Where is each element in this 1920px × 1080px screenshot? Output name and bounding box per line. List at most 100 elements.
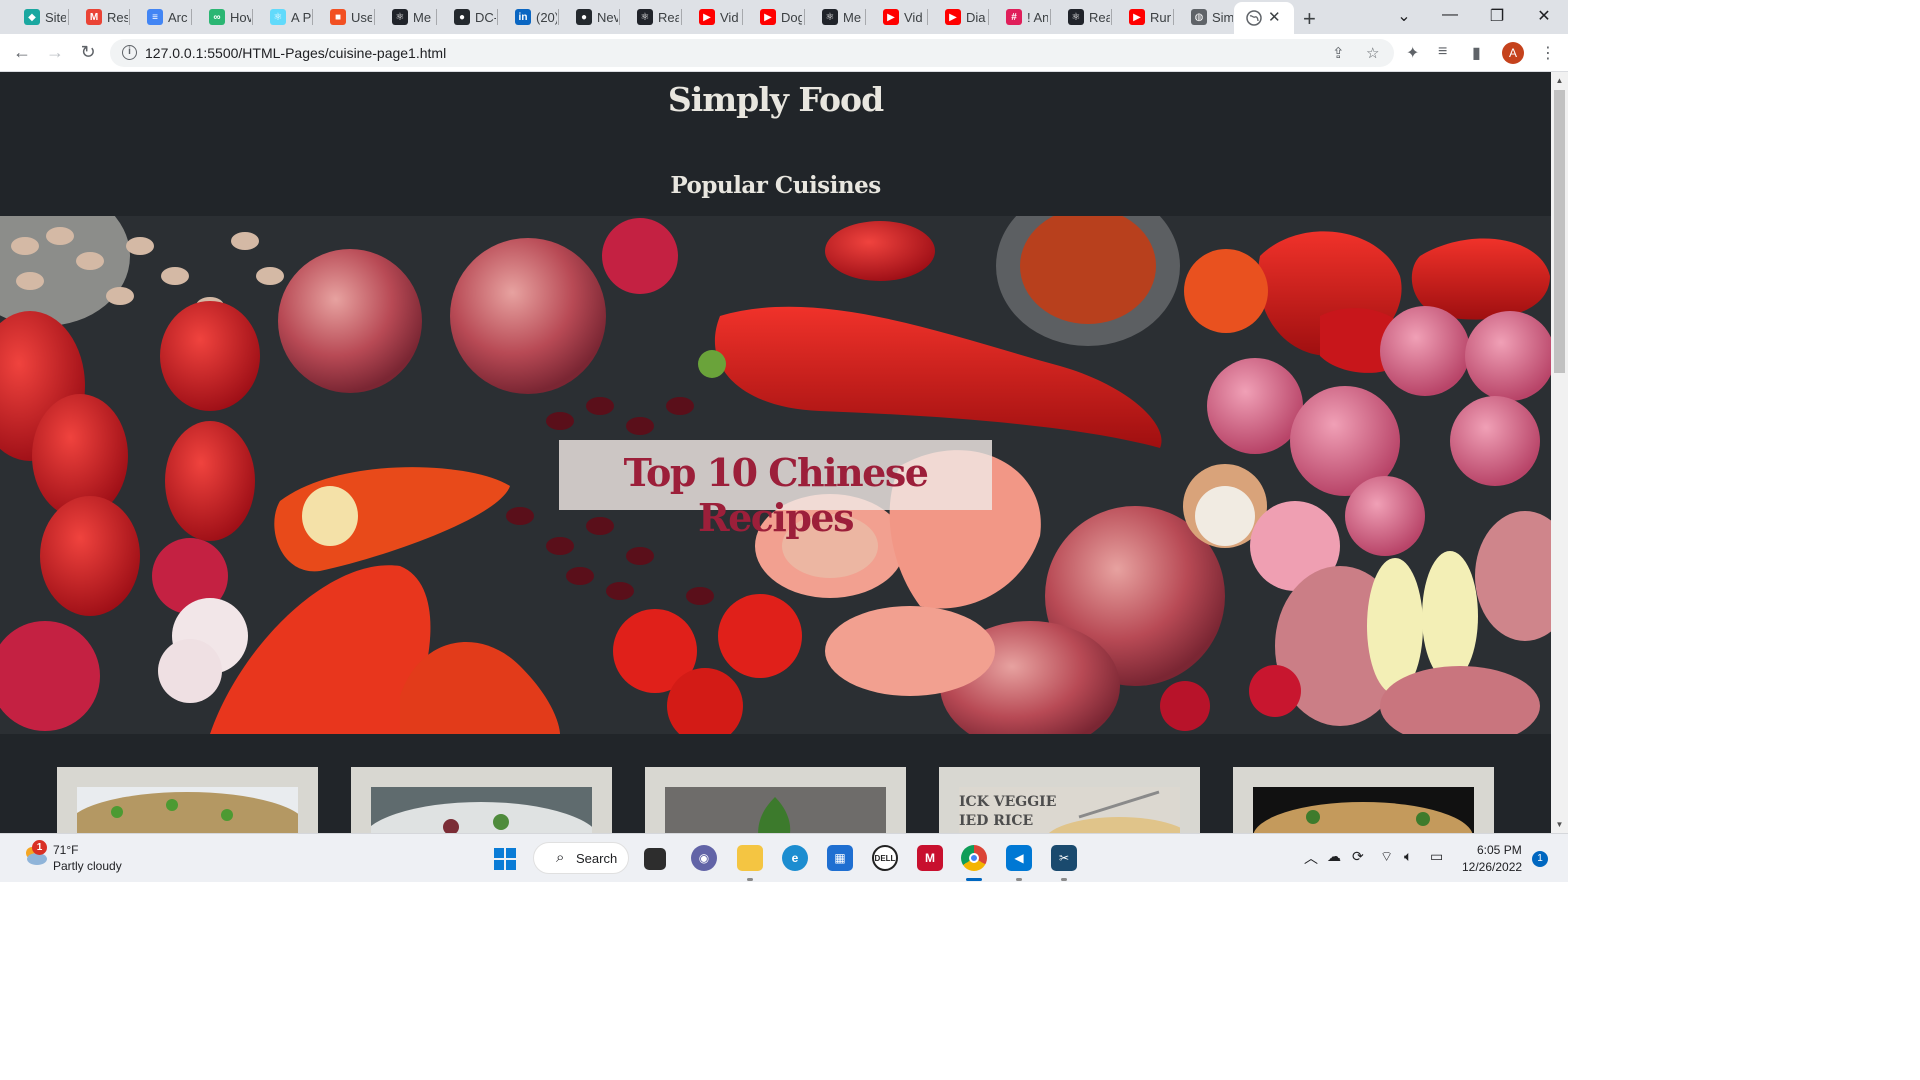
tab-item[interactable]: ■ Use [314, 4, 372, 30]
reload-button[interactable]: ↻ [76, 42, 100, 63]
scroll-down-icon[interactable]: ▼ [1551, 820, 1568, 829]
task-view-icon[interactable] [644, 848, 666, 870]
tab-title: Arc [168, 9, 188, 25]
recipe-card[interactable] [1233, 767, 1494, 833]
menu-icon[interactable]: ⋮ [1540, 43, 1556, 63]
globe-icon [1246, 10, 1262, 26]
mcafee-icon[interactable]: M [917, 845, 943, 871]
weather-temperature[interactable]: 71°F [53, 843, 78, 857]
new-tab-button[interactable]: + [1303, 6, 1316, 32]
tab-separator [681, 9, 682, 25]
back-button[interactable]: ← [10, 42, 34, 63]
vscode-icon[interactable]: ◀ [1006, 845, 1032, 871]
tab-item[interactable]: ● Nev [560, 4, 618, 30]
sync-icon[interactable]: ⟳ [1352, 848, 1364, 865]
recipe-card-image[interactable] [77, 787, 298, 833]
wifi-icon[interactable]: ⌔ [1380, 848, 1393, 866]
tab-separator [804, 9, 805, 25]
tab-search-icon[interactable]: ⌄ [1384, 6, 1424, 26]
tab-separator [619, 9, 620, 25]
tab-separator [374, 9, 375, 25]
tab-separator [927, 9, 928, 25]
tab-item[interactable]: in (20) [499, 4, 557, 30]
tab-title: Rea [658, 9, 679, 25]
link-icon: ∞ [209, 9, 225, 25]
onedrive-icon[interactable]: ☁ [1327, 848, 1341, 865]
taskbar-search[interactable]: ⌕ Search [533, 842, 629, 874]
chevron-up-icon[interactable]: ︿ [1304, 848, 1318, 868]
tab-item[interactable]: ≡ Arc [131, 4, 189, 30]
tab-separator [1050, 9, 1051, 25]
recipe-card[interactable] [351, 767, 612, 833]
minimize-button[interactable]: — [1430, 6, 1470, 24]
close-window-button[interactable]: ✕ [1524, 6, 1564, 26]
page-scrollbar[interactable]: ▲ ▼ [1551, 72, 1568, 833]
tab-item[interactable]: M Res [70, 4, 128, 30]
react-icon: ⚛ [1068, 9, 1084, 25]
clock-time[interactable]: 6:05 PM [1477, 843, 1522, 857]
youtube-icon: ▶ [1129, 9, 1145, 25]
microsoft-store-icon[interactable]: ▦ [827, 845, 853, 871]
scroll-up-icon[interactable]: ▲ [1551, 76, 1568, 85]
teams-chat-icon[interactable]: ◉ [691, 845, 717, 871]
weather-badge: 1 [32, 840, 47, 855]
side-panel-icon[interactable]: ▮ [1472, 43, 1481, 63]
tab-title: Vid [720, 9, 739, 25]
address-bar[interactable]: i 127.0.0.1:5500/HTML-Pages/cuisine-page… [110, 39, 1394, 67]
bookmark-star-icon[interactable]: ☆ [1366, 44, 1379, 62]
battery-icon[interactable]: ▭ [1430, 848, 1443, 865]
recipe-card-image[interactable] [371, 787, 592, 833]
notification-badge[interactable]: 1 [1532, 851, 1548, 867]
site-title[interactable]: Simply Food [0, 80, 1551, 119]
recipe-card-image[interactable] [1253, 787, 1474, 833]
forward-button[interactable]: → [43, 42, 67, 63]
tab-title: Dia [966, 9, 986, 25]
url-text[interactable]: 127.0.0.1:5500/HTML-Pages/cuisine-page1.… [145, 45, 446, 61]
tab-item[interactable]: ⚛ Me [806, 4, 864, 30]
share-icon[interactable]: ⇪ [1332, 44, 1345, 62]
start-button[interactable] [494, 848, 516, 870]
extensions-icon[interactable]: ✦ [1406, 43, 1419, 63]
github-icon: ● [454, 9, 470, 25]
tab-separator [865, 9, 866, 25]
dell-icon[interactable]: DELL [872, 845, 898, 871]
tab-title: Vid [904, 9, 923, 25]
tab-title: Nev [597, 9, 618, 25]
tab-item[interactable]: ▶ Run [1113, 4, 1171, 30]
site-info-icon[interactable]: i [122, 45, 137, 60]
media-control-icon[interactable]: ≡ [1438, 43, 1447, 61]
recipe-card[interactable] [645, 767, 906, 833]
tab-item[interactable]: # ! An [990, 4, 1048, 30]
tab-item[interactable]: ◆ Site [8, 4, 66, 30]
recipe-card-image[interactable]: ICK VEGGIE IED RICE [959, 787, 1180, 833]
clock-date[interactable]: 12/26/2022 [1462, 860, 1522, 874]
tab-item[interactable]: ▶ Vid [867, 4, 925, 30]
edge-icon[interactable]: e [782, 845, 808, 871]
tab-item[interactable]: ▶ Dia [929, 4, 987, 30]
tab-item[interactable]: ⚛ Rea [621, 4, 679, 30]
tab-separator [497, 9, 498, 25]
scroll-thumb[interactable] [1554, 90, 1565, 373]
hero-title[interactable]: Top 10 Chinese Recipes [559, 450, 992, 540]
file-explorer-icon[interactable] [737, 845, 763, 871]
recipe-card[interactable]: ICK VEGGIE IED RICE [939, 767, 1200, 833]
restore-button[interactable]: ❐ [1477, 6, 1517, 26]
tab-title: Dog [781, 9, 802, 25]
weather-description[interactable]: Partly cloudy [53, 859, 122, 873]
linkedin-icon: in [515, 9, 531, 25]
recipe-card[interactable] [57, 767, 318, 833]
volume-icon[interactable]: 🔈︎ [1404, 848, 1412, 865]
tab-item[interactable]: ⚛ Me [376, 4, 434, 30]
snipping-tool-icon[interactable]: ✂ [1051, 845, 1077, 871]
profile-avatar[interactable]: A [1502, 42, 1524, 64]
hero-banner-image: Top 10 Chinese Recipes [0, 216, 1551, 734]
tab-item[interactable]: ⚛ A P [254, 4, 312, 30]
recipe-card-image[interactable] [665, 787, 886, 833]
tab-item[interactable]: ⚛ Rea [1052, 4, 1110, 30]
tab-item[interactable]: ● DC- [438, 4, 496, 30]
chrome-icon[interactable] [961, 845, 987, 871]
tab-item[interactable]: ▶ Vid [683, 4, 741, 30]
tab-item[interactable]: ▶ Dog [744, 4, 802, 30]
tab-item[interactable]: ∞ Hov [193, 4, 251, 30]
tab-item[interactable]: ◍ Sim [1175, 4, 1233, 30]
